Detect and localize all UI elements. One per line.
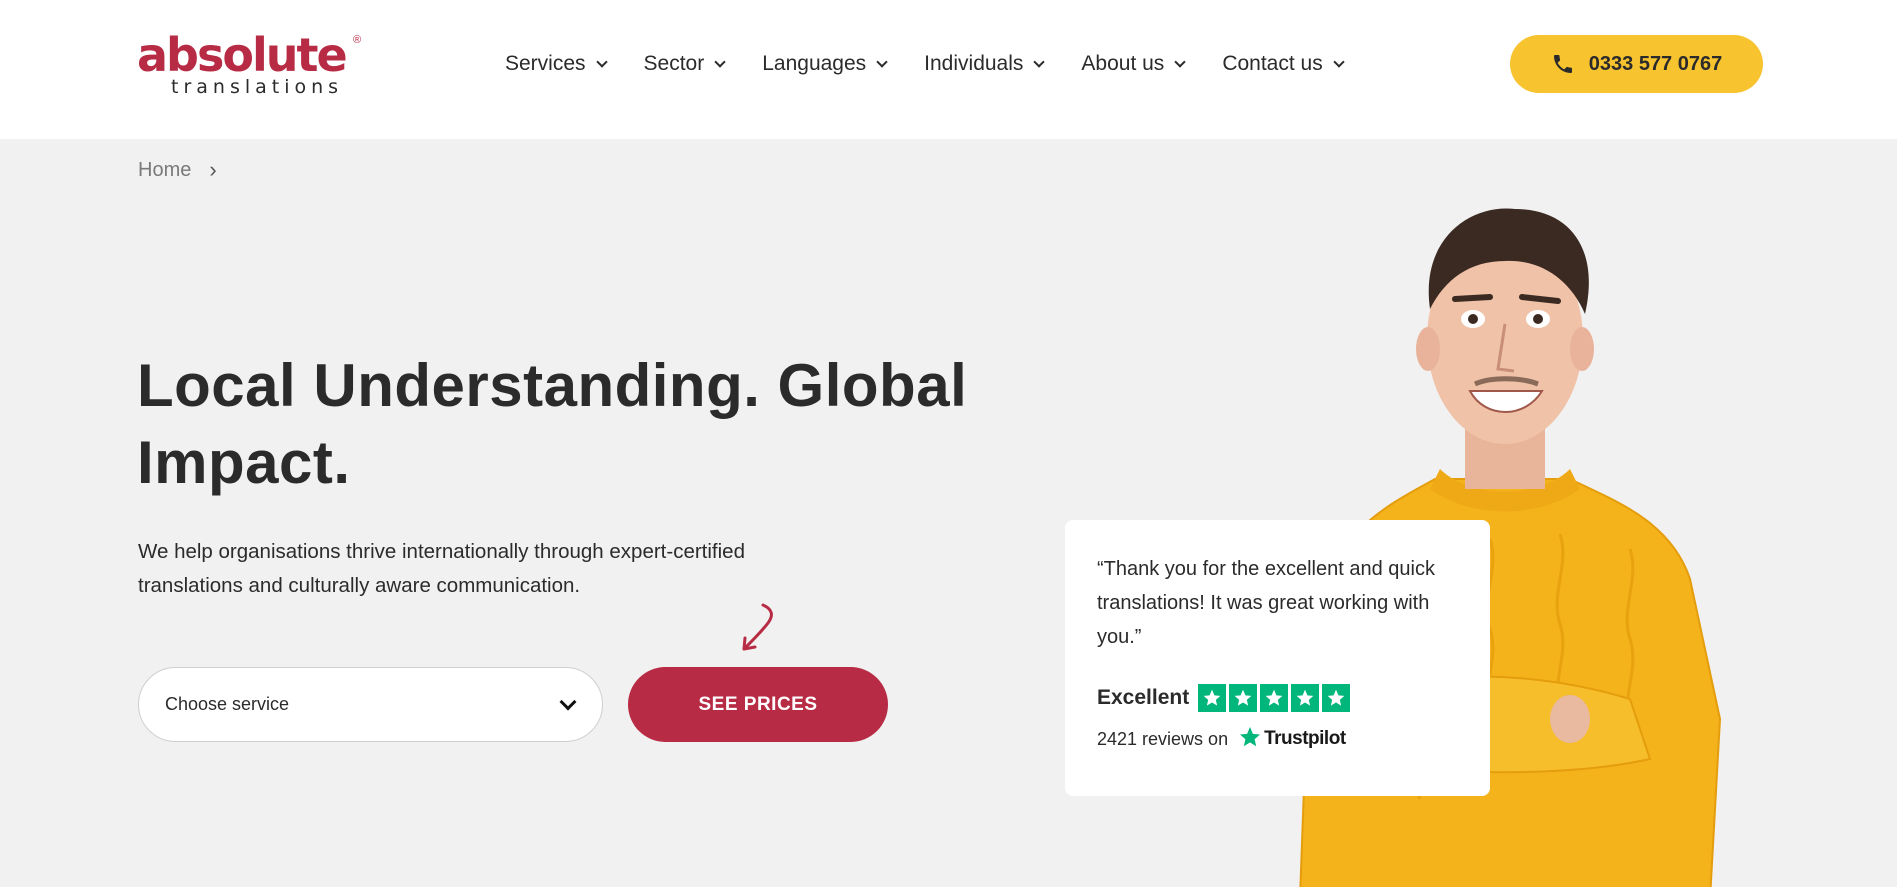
star-icon — [1322, 684, 1351, 712]
site-header: absolute ® translations Services Sector … — [0, 0, 1897, 139]
service-select[interactable]: Choose service — [138, 667, 603, 742]
nav-item-sector[interactable]: Sector — [643, 48, 726, 80]
nav-item-label: Services — [505, 52, 586, 75]
star-icon — [1260, 684, 1289, 712]
hero-description: We help organisations thrive internation… — [138, 540, 745, 597]
chevron-down-icon — [714, 56, 726, 68]
rating-label: Excellent — [1097, 686, 1190, 709]
hero-section: Home › Local Understanding. Global Impac… — [0, 139, 1897, 887]
breadcrumb-separator: › — [209, 157, 217, 182]
chevron-down-icon — [559, 693, 577, 711]
nav-item-label: Contact us — [1222, 52, 1323, 75]
nav-item-label: Languages — [762, 52, 867, 75]
nav-item-languages[interactable]: Languages — [762, 48, 888, 80]
star-icon — [1291, 684, 1320, 712]
star-icon — [1198, 684, 1227, 712]
chevron-down-icon — [876, 56, 888, 68]
rating-stars — [1198, 684, 1351, 712]
logo-wordmark: absolute — [137, 28, 348, 82]
page-title: Local Understanding. Global Impact. — [137, 352, 968, 496]
phone-number: 0333 577 0767 — [1588, 52, 1723, 75]
service-select-value: Choose service — [165, 694, 290, 714]
main-nav: Services Sector Languages Individuals Ab… — [505, 48, 1381, 80]
nav-item-contact-us[interactable]: Contact us — [1222, 48, 1345, 80]
trustpilot-star-icon — [1240, 727, 1261, 747]
trustpilot-label: Trustpilot — [1264, 728, 1346, 749]
brand-logo[interactable]: absolute ® translations — [137, 30, 367, 100]
trustpilot-logo[interactable]: Trustpilot — [1238, 727, 1346, 750]
nav-item-label: Individuals — [924, 52, 1024, 75]
phone-button[interactable]: 0333 577 0767 — [1510, 35, 1763, 93]
review-count: 2421 reviews on Trustpilot — [1097, 727, 1346, 750]
nav-item-individuals[interactable]: Individuals — [924, 48, 1046, 80]
review-quote: “Thank you for the excellent and quick t… — [1097, 558, 1435, 648]
review-count-text: 2421 reviews on — [1097, 728, 1229, 749]
logo-subtitle: translations — [171, 76, 344, 98]
see-prices-button[interactable]: SEE PRICES — [628, 667, 888, 742]
review-rating: Excellent — [1097, 684, 1351, 712]
nav-item-label: About us — [1081, 52, 1165, 75]
breadcrumb: Home › — [138, 157, 217, 183]
nav-item-services[interactable]: Services — [505, 48, 608, 80]
chevron-down-icon — [595, 56, 608, 68]
phone-icon — [1553, 55, 1572, 73]
logo-registered-mark: ® — [353, 34, 362, 46]
chevron-down-icon — [1333, 56, 1345, 68]
nav-item-label: Sector — [643, 52, 705, 75]
chevron-down-icon — [1174, 56, 1186, 68]
nav-item-about-us[interactable]: About us — [1081, 48, 1186, 80]
hand-drawn-arrow-icon — [742, 603, 773, 651]
review-card: “Thank you for the excellent and quick t… — [1065, 520, 1490, 796]
star-icon — [1229, 684, 1258, 712]
chevron-down-icon — [1033, 56, 1046, 68]
breadcrumb-home-link[interactable]: Home — [138, 159, 191, 182]
